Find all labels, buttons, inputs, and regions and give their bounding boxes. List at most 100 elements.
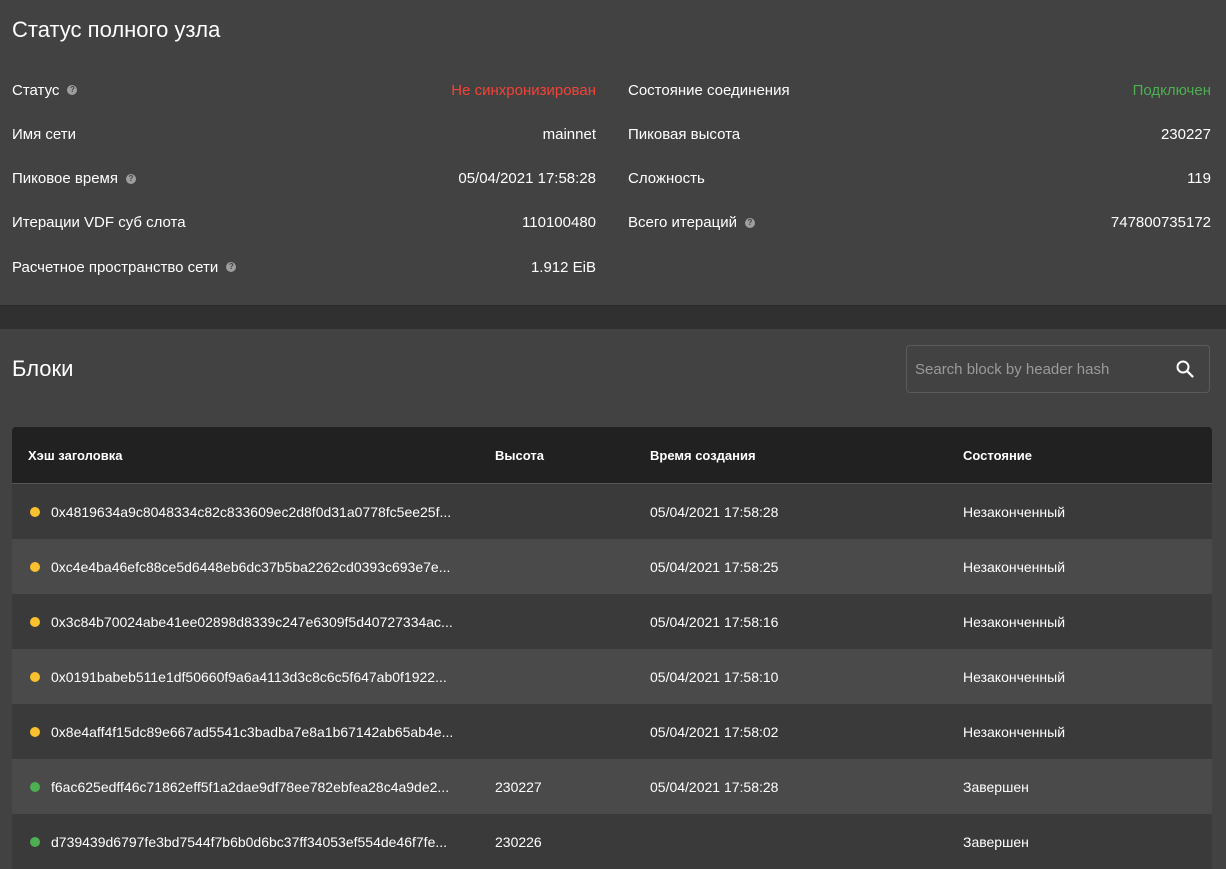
table-body: 0x4819634a9c8048334c82c833609ec2d8f0d31a… — [12, 484, 1212, 869]
state-cell: Завершен — [963, 778, 1029, 795]
help-icon[interactable]: ? — [67, 85, 78, 96]
stat-label-wrap: Пиковая высота — [628, 126, 740, 143]
stat-row: Всего итераций? 747800735172 — [628, 201, 1211, 245]
hash-cell: 0x3c84b70024abe41ee02898d8339c247e6309f5… — [12, 614, 495, 630]
time-cell: 05/04/2021 17:58:02 — [650, 723, 779, 740]
stat-row: Сложность 119 — [628, 157, 1211, 201]
stat-label: Состояние соединения — [628, 81, 790, 99]
search-input[interactable] — [907, 346, 1165, 392]
stat-label: Имя сети — [12, 125, 76, 143]
column-header-height[interactable]: Высота — [495, 448, 650, 463]
hash-cell: 0x0191babeb511e1df50660f9a6a4113d3c8c6c5… — [12, 669, 495, 685]
stat-label: Расчетное пространство сети — [12, 258, 219, 276]
stat-value: 230227 — [1160, 125, 1211, 143]
stat-value: 05/04/2021 17:58:28 — [458, 170, 596, 188]
blocks-table: Хэш заголовка Высота Время создания Сост… — [12, 427, 1212, 869]
stat-row: Итерации VDF суб слота 110100480 — [12, 201, 596, 245]
stat-value: 119 — [1187, 170, 1211, 188]
column-header-state[interactable]: Состояние — [963, 448, 1212, 463]
help-icon[interactable]: ? — [744, 217, 755, 228]
stat-label-wrap: Сложность — [628, 170, 705, 187]
table-row[interactable]: d739439d6797fe3bd7544f7b6b0d6bc37ff34053… — [12, 814, 1212, 869]
time-cell: 05/04/2021 17:58:16 — [650, 613, 779, 630]
stats-left-column: Статус? Не синхронизирован Имя сети mainnet… — [12, 68, 596, 289]
block-hash-link[interactable]: d739439d6797fe3bd7544f7b6b0d6bc37ff34053… — [51, 834, 447, 850]
blocks-title: Блоки — [12, 356, 74, 381]
search-box — [906, 345, 1210, 393]
stat-label: Пиковое время — [12, 170, 118, 188]
status-dot-icon — [30, 726, 40, 737]
stat-value: 747800735172 — [1110, 214, 1211, 232]
table-header: Хэш заголовка Высота Время создания Сост… — [12, 427, 1212, 484]
stat-label-wrap: Состояние соединения — [628, 82, 790, 99]
status-dot-icon — [30, 506, 40, 517]
height-cell: 230227 — [495, 778, 542, 795]
column-header-hash[interactable]: Хэш заголовка — [12, 448, 495, 463]
state-cell: Незаконченный — [963, 503, 1066, 520]
hash-cell: d739439d6797fe3bd7544f7b6b0d6bc37ff34053… — [12, 834, 495, 850]
stats-right-column: Состояние соединения Подключен Пиковая выс… — [628, 68, 1211, 245]
stat-label-wrap: Итерации VDF суб слота — [12, 214, 186, 231]
stat-label: Всего итераций — [628, 214, 737, 232]
status-dot-icon — [30, 561, 40, 572]
stat-label-wrap: Имя сети — [12, 126, 76, 143]
status-dot-icon — [30, 671, 40, 682]
hash-cell: f6ac625edff46c71862eff5f1a2dae9df78ee782… — [12, 779, 495, 795]
block-hash-link[interactable]: 0x3c84b70024abe41ee02898d8339c247e6309f5… — [51, 614, 453, 630]
state-cell: Незаконченный — [963, 668, 1066, 685]
status-dot-icon — [30, 836, 40, 847]
search-icon[interactable] — [1175, 359, 1195, 379]
stat-label: Статус — [12, 81, 60, 99]
block-hash-link[interactable]: 0x0191babeb511e1df50660f9a6a4113d3c8c6c5… — [51, 669, 447, 685]
stat-row: Расчетное пространство сети? 1.912 EiB — [12, 245, 596, 289]
stat-value: 1.912 EiB — [530, 258, 596, 276]
stat-row: Статус? Не синхронизирован — [12, 68, 596, 112]
status-dot-icon — [30, 616, 40, 627]
stat-value: mainnet — [542, 125, 596, 143]
stat-label: Итерации VDF суб слота — [12, 214, 186, 232]
column-header-time[interactable]: Время создания — [650, 448, 963, 463]
stat-row: Пиковое время? 05/04/2021 17:58:28 — [12, 157, 596, 201]
hash-cell: 0x4819634a9c8048334c82c833609ec2d8f0d31a… — [12, 504, 495, 520]
stat-label: Пиковая высота — [628, 125, 741, 143]
table-row[interactable]: 0x8e4aff4f15dc89e667ad5541c3badba7e8a1b6… — [12, 704, 1212, 759]
hash-cell: 0xc4e4ba46efc88ce5d6448eb6dc37b5ba2262cd… — [12, 559, 495, 575]
table-row[interactable]: 0x3c84b70024abe41ee02898d8339c247e6309f5… — [12, 594, 1212, 649]
time-cell: 05/04/2021 17:58:28 — [650, 778, 779, 795]
stat-label-wrap: Всего итераций? — [628, 214, 755, 231]
stat-value: 110100480 — [522, 214, 596, 232]
stat-label-wrap: Расчетное пространство сети? — [12, 258, 237, 276]
block-hash-link[interactable]: 0x4819634a9c8048334c82c833609ec2d8f0d31a… — [51, 504, 451, 520]
stat-label: Сложность — [628, 170, 705, 188]
state-cell: Незаконченный — [963, 558, 1066, 575]
time-cell: 05/04/2021 17:58:25 — [650, 558, 779, 575]
full-node-status-card: Статус полного узла Статус? Не синхронизи… — [0, 0, 1226, 306]
stat-label-wrap: Статус? — [12, 81, 78, 99]
stat-row: Имя сети mainnet — [12, 112, 596, 156]
table-row[interactable]: 0x0191babeb511e1df50660f9a6a4113d3c8c6c5… — [12, 649, 1212, 704]
height-cell: 230226 — [495, 833, 542, 850]
block-hash-link[interactable]: 0xc4e4ba46efc88ce5d6448eb6dc37b5ba2262cd… — [51, 559, 450, 575]
section-divider — [0, 306, 1226, 329]
block-hash-link[interactable]: f6ac625edff46c71862eff5f1a2dae9df78ee782… — [51, 779, 449, 795]
time-cell: 05/04/2021 17:58:28 — [650, 503, 779, 520]
help-icon[interactable]: ? — [125, 173, 136, 184]
stat-value: Не синхронизирован — [451, 81, 596, 99]
page-title: Статус полного узла — [12, 17, 221, 42]
hash-cell: 0x8e4aff4f15dc89e667ad5541c3badba7e8a1b6… — [12, 724, 495, 740]
status-dot-icon — [30, 781, 40, 792]
block-hash-link[interactable]: 0x8e4aff4f15dc89e667ad5541c3badba7e8a1b6… — [51, 724, 453, 740]
time-cell: 05/04/2021 17:58:10 — [650, 668, 779, 685]
stat-row: Пиковая высота 230227 — [628, 112, 1211, 156]
table-row[interactable]: f6ac625edff46c71862eff5f1a2dae9df78ee782… — [12, 759, 1212, 814]
blocks-section: Блоки Хэш заголовка Высота Время создани… — [0, 329, 1226, 869]
state-cell: Незаконченный — [963, 723, 1066, 740]
state-cell: Завершен — [963, 833, 1029, 850]
state-cell: Незаконченный — [963, 613, 1066, 630]
stat-row: Состояние соединения Подключен — [628, 68, 1211, 112]
table-row[interactable]: 0x4819634a9c8048334c82c833609ec2d8f0d31a… — [12, 484, 1212, 539]
stat-label-wrap: Пиковое время? — [12, 170, 136, 187]
table-row[interactable]: 0xc4e4ba46efc88ce5d6448eb6dc37b5ba2262cd… — [12, 539, 1212, 594]
stat-value: Подключен — [1132, 81, 1211, 99]
help-icon[interactable]: ? — [226, 262, 237, 273]
